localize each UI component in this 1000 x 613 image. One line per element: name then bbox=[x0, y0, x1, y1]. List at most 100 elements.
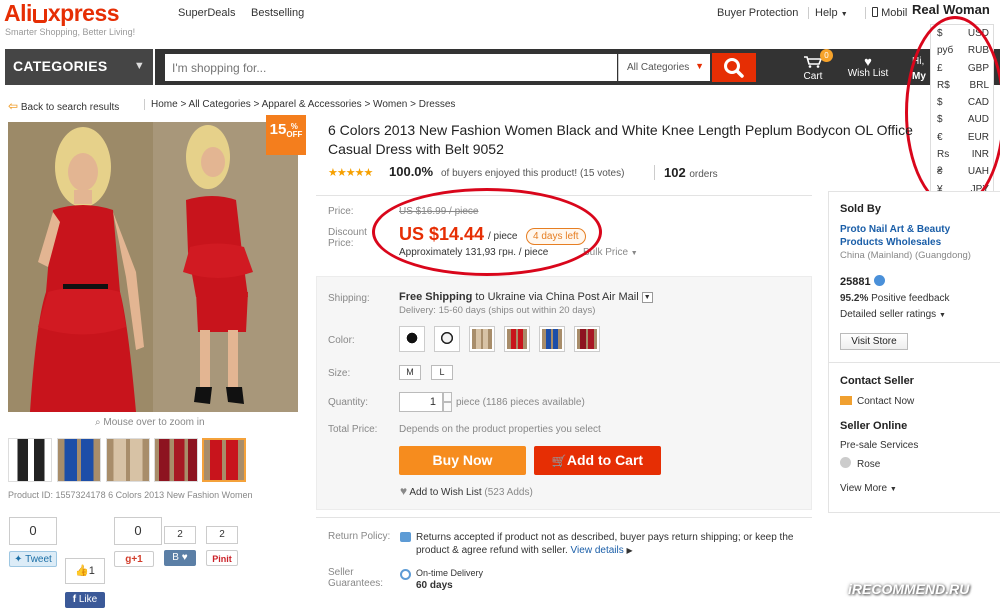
view-details-link[interactable]: View details bbox=[571, 545, 624, 556]
product-id: Product ID: 1557324178 6 Colors 2013 New… bbox=[8, 490, 253, 500]
facebook-icon: f bbox=[72, 594, 77, 605]
feedback-percent: 95.2% bbox=[840, 293, 869, 304]
divider bbox=[828, 362, 1000, 363]
nav-buyer-protection[interactable]: Buyer Protection bbox=[717, 7, 798, 19]
search-input[interactable] bbox=[165, 54, 617, 81]
buy-now-button[interactable]: Buy Now bbox=[399, 446, 526, 475]
category-select[interactable]: All Categories ▼ bbox=[618, 54, 710, 81]
discount-badge: 15% OFF bbox=[266, 115, 306, 155]
chevron-right-icon: ▶ bbox=[626, 546, 633, 555]
chevron-down-icon: ▼ bbox=[630, 250, 638, 257]
sales-rep-rose[interactable]: Rose bbox=[840, 457, 880, 470]
size-option-m[interactable]: M bbox=[399, 365, 421, 380]
swatch-image bbox=[577, 329, 597, 349]
detailed-ratings-label: Detailed seller ratings bbox=[840, 309, 937, 320]
discount-price-label: Discount Price: bbox=[328, 227, 367, 249]
categories-menu[interactable]: CATEGORIES ▼ bbox=[5, 49, 153, 85]
nav-mobile[interactable]: Mobil bbox=[865, 7, 907, 19]
visit-store-button[interactable]: Visit Store bbox=[840, 333, 908, 350]
view-more-link[interactable]: View More ▼ bbox=[840, 483, 897, 494]
color-swatch-beige[interactable] bbox=[469, 326, 495, 352]
facebook-like-button[interactable]: f Like bbox=[65, 592, 105, 608]
back-label: Back to search results bbox=[20, 102, 120, 113]
seller-store-link[interactable]: Proto Nail Art & Beauty Products Wholesal… bbox=[840, 223, 950, 249]
seller-guarantees-label: Seller Guarantees: bbox=[328, 567, 383, 589]
color-swatch-white[interactable] bbox=[434, 326, 460, 352]
rating-stars-icon: ★★★★★ bbox=[328, 167, 373, 179]
discount-pct: 15 bbox=[269, 121, 287, 138]
thumbs-up-icon: 👍 bbox=[75, 565, 89, 577]
view-more-label: View More bbox=[840, 483, 888, 494]
tweet-button[interactable]: ✦ Tweet bbox=[9, 551, 57, 567]
vk-icon: B bbox=[172, 552, 179, 563]
watermark: iRECOMMEND.RU bbox=[848, 581, 970, 597]
envelope-icon bbox=[840, 396, 852, 405]
quantity-increment[interactable] bbox=[443, 392, 452, 402]
color-swatch-blue[interactable] bbox=[539, 326, 565, 352]
orders-count-value: 102 bbox=[664, 165, 686, 180]
total-price-label: Total Price: bbox=[328, 424, 378, 435]
add-to-wish-list-link[interactable]: ♥ Add to Wish List (523 Adds) bbox=[400, 484, 533, 498]
thumbnail-beige[interactable] bbox=[106, 438, 150, 482]
aliexpress-logo[interactable]: Ali xpress bbox=[4, 0, 120, 27]
clock-icon bbox=[400, 569, 411, 580]
main-product-image[interactable] bbox=[8, 122, 298, 412]
gplus-count: 0 bbox=[114, 517, 162, 545]
nav-bestselling[interactable]: Bestselling bbox=[251, 7, 304, 19]
chevron-down-icon: ▼ bbox=[695, 61, 704, 71]
back-to-search-link[interactable]: ⇦ Back to search results bbox=[8, 99, 119, 113]
product-title: 6 Colors 2013 New Fashion Women Black an… bbox=[328, 122, 913, 157]
wish-list-button[interactable]: ♥ Wish List bbox=[844, 54, 892, 79]
phone-icon bbox=[872, 7, 878, 17]
delivery-time: Delivery: 15-60 days (ships out within 2… bbox=[399, 305, 596, 316]
breadcrumb[interactable]: Home > All Categories > Apparel & Access… bbox=[144, 99, 455, 110]
quantity-decrement[interactable] bbox=[443, 402, 452, 412]
zoom-hint: ⌕ Mouse over to zoom in bbox=[95, 417, 205, 428]
gplus-button[interactable]: g+1 bbox=[114, 551, 154, 567]
vk-count: 2 bbox=[164, 526, 196, 544]
detailed-ratings-link[interactable]: Detailed seller ratings ▼ bbox=[840, 309, 946, 320]
shipping-dropdown-icon[interactable]: ▼ bbox=[641, 292, 653, 303]
thumbnail-image bbox=[155, 439, 197, 481]
discount-price-label-line2: Price: bbox=[328, 238, 354, 249]
thumbnail-wine[interactable] bbox=[154, 438, 198, 482]
guarantee-label-line1: Seller bbox=[328, 567, 354, 578]
add-to-cart-button[interactable]: 🛒Add to Cart bbox=[534, 446, 661, 475]
like-count: 👍1 bbox=[65, 558, 105, 584]
seller-medal-icon bbox=[873, 275, 885, 286]
wish-list-label: Add to Wish List bbox=[409, 487, 482, 498]
quantity-label: Quantity: bbox=[328, 397, 369, 408]
cart-count-badge: 0 bbox=[820, 49, 833, 62]
contact-now-link[interactable]: Contact Now bbox=[840, 396, 914, 407]
heart-icon: ♥ bbox=[864, 54, 872, 69]
thumbnail-image bbox=[204, 440, 244, 480]
size-option-l[interactable]: L bbox=[431, 365, 453, 380]
color-swatch-red[interactable] bbox=[504, 326, 530, 352]
feedback-label: Positive feedback bbox=[871, 293, 950, 304]
nav-superdeals[interactable]: SuperDeals bbox=[178, 7, 235, 19]
pinit-button[interactable]: Pinit bbox=[206, 550, 238, 566]
cart-logo-icon bbox=[32, 9, 47, 23]
vk-share-button[interactable]: B ♥ bbox=[164, 550, 196, 566]
thumbnail-black-white[interactable] bbox=[8, 438, 52, 482]
like-count-value: 1 bbox=[88, 565, 95, 577]
chevron-down-icon: ▼ bbox=[133, 60, 145, 72]
chevron-down-icon: ▼ bbox=[840, 11, 848, 18]
thumbnail-blue[interactable] bbox=[57, 438, 101, 482]
search-button[interactable] bbox=[712, 53, 756, 82]
sales-rep-name: Rose bbox=[857, 459, 881, 470]
color-swatch-wine[interactable] bbox=[574, 326, 600, 352]
quantity-input[interactable]: 1 bbox=[399, 392, 443, 412]
nav-mobile-label: Mobil bbox=[881, 7, 908, 19]
quantity-available: piece (1186 pieces available) bbox=[456, 397, 585, 408]
categories-label: CATEGORIES bbox=[13, 58, 108, 74]
guarantee-label-line2: Guarantees: bbox=[328, 578, 384, 589]
orders-label: orders bbox=[689, 169, 718, 180]
thumbnail-red[interactable] bbox=[202, 438, 246, 482]
wish-list-count: (523 Adds) bbox=[484, 487, 533, 498]
nav-help[interactable]: Help ▼ bbox=[808, 7, 848, 19]
divider bbox=[316, 195, 812, 196]
chevron-down-icon: ▼ bbox=[938, 312, 946, 319]
total-price-text: Depends on the product properties you se… bbox=[399, 424, 601, 435]
color-swatch-black[interactable] bbox=[399, 326, 425, 352]
